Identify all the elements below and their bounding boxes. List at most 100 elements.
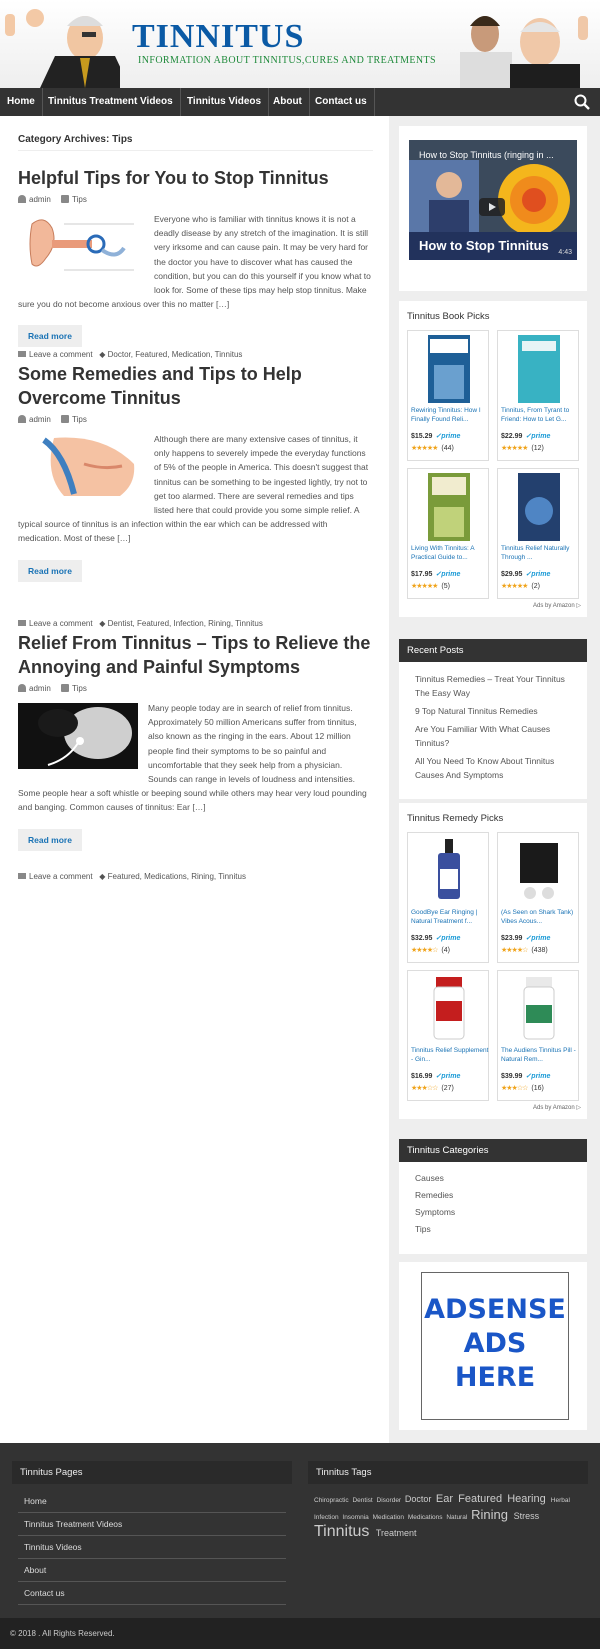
read-more-button[interactable]: Read more [18,559,82,582]
recent-post-link[interactable]: 9 Top Natural Tinnitus Remedies [399,704,587,718]
doctor-patient-photo [460,16,588,88]
nav-item-treatment-videos[interactable]: Tinnitus Treatment Videos [41,88,181,116]
category-link[interactable]: Symptoms [399,1204,587,1221]
pill-bottle-image[interactable] [518,975,560,1043]
product-card[interactable]: Tinnitus Relief Supplement - Gin... $16.… [407,970,489,1101]
footer-link-home[interactable]: Home [18,1490,286,1513]
leave-comment-link[interactable]: Leave a comment [29,619,93,628]
post-author[interactable]: admin [29,195,51,204]
dropper-bottle-image[interactable] [428,837,470,905]
recent-post-link[interactable]: All You Need To Know About Tinnitus Caus… [399,754,587,782]
product-name[interactable]: Tinnitus Relief Supplement - Gin... [411,1046,489,1064]
recent-post-link[interactable]: Tinnitus Remedies – Treat Your Tinnitus … [399,672,587,700]
tag-link[interactable]: Stress [514,1511,540,1521]
tag-link[interactable]: Hearing [507,1493,549,1505]
post-tags[interactable]: Doctor, Featured, Medication, Tinnitus [108,350,243,359]
star-rating: ★★★★★ (44) [411,445,454,452]
ear-anatomy-image[interactable] [24,214,144,282]
ads-by-amazon[interactable]: Ads by Amazon ▷ [533,1104,581,1111]
tag-link[interactable]: Tinnitus [314,1523,374,1540]
video-player[interactable]: How to Stop Tinnitus (ringing in ... How… [409,140,577,260]
throat-anatomy-image[interactable] [24,434,144,500]
man-earphones-image[interactable] [18,703,138,769]
post-meta: admin Tips [18,414,373,426]
post-2: Some Remedies and Tips to Help Overcome … [18,362,373,582]
footer-link-about[interactable]: About [18,1559,286,1582]
product-name[interactable]: The Audiens Tinnitus Pill - Natural Rem.… [501,1046,579,1064]
footer-link-treatment-videos[interactable]: Tinnitus Treatment Videos [18,1513,286,1536]
earplugs-box-image[interactable] [518,837,560,905]
book-cover-image[interactable] [428,335,470,403]
post-category[interactable]: Tips [72,415,87,424]
post-category[interactable]: Tips [72,684,87,693]
prime-badge: ✓prime [525,935,551,942]
footer-title: Tinnitus Pages [12,1461,292,1484]
post-title[interactable]: Helpful Tips for You to Stop Tinnitus [18,166,373,190]
category-link[interactable]: Tips [399,1221,587,1238]
tag-link[interactable]: Doctor [405,1494,434,1504]
tag-link[interactable]: Rining [471,1507,511,1522]
tag-link[interactable]: Featured [458,1493,505,1505]
product-card[interactable]: GoodBye Ear Ringing | Natural Treatment … [407,832,489,963]
product-card[interactable]: Tinnitus Relief Naturally Through ... $2… [497,468,579,599]
tag-link[interactable]: Chiropractic [314,1497,350,1504]
post-title[interactable]: Relief From Tinnitus – Tips to Relieve t… [18,631,373,679]
footer-link-contact[interactable]: Contact us [18,1582,286,1605]
post-tags[interactable]: Featured, Medications, Rining, Tinnitus [108,872,246,881]
post-author[interactable]: admin [29,415,51,424]
star-rating: ★★★★☆ (438) [501,947,548,954]
book-picks-widget: Tinnitus Book Picks Rewiring Tinnitus: H… [399,301,587,617]
product-name[interactable]: (As Seen on Shark Tank) Vibes Acous... [501,908,579,926]
recent-post-link[interactable]: Are You Familiar With What Causes Tinnit… [399,722,587,750]
leave-comment-link[interactable]: Leave a comment [29,872,93,881]
category-link[interactable]: Remedies [399,1187,587,1204]
search-icon[interactable] [574,94,590,110]
nav-item-about[interactable]: About [266,88,310,116]
nav-item-home[interactable]: Home [0,88,43,116]
post-title[interactable]: Some Remedies and Tips to Help Overcome … [18,362,373,410]
product-card[interactable]: (As Seen on Shark Tank) Vibes Acous... $… [497,832,579,963]
post-category[interactable]: Tips [72,195,87,204]
tag-link[interactable]: Insomnia [342,1514,370,1521]
product-card[interactable]: Rewiring Tinnitus: How I Finally Found R… [407,330,489,461]
post-author[interactable]: admin [29,684,51,693]
footer-link-tinnitus-videos[interactable]: Tinnitus Videos [18,1536,286,1559]
post-excerpt: Many people today are in search of relie… [18,701,373,815]
post-tags[interactable]: Dentist, Featured, Infection, Rining, Ti… [108,619,263,628]
product-name[interactable]: Rewiring Tinnitus: How I Finally Found R… [411,406,489,424]
supplement-bottle-image[interactable] [428,975,470,1043]
book-cover-image[interactable] [518,473,560,541]
product-name[interactable]: Tinnitus, From Tyrant to Friend: How to … [501,406,579,424]
play-icon[interactable] [479,198,505,216]
product-name[interactable]: Living With Tinnitus: A Practical Guide … [411,544,489,562]
tag-link[interactable]: Herbal [551,1497,570,1504]
tag-link[interactable]: Medications [408,1514,445,1521]
tag-link[interactable]: Medication [373,1514,406,1521]
adsense-placeholder[interactable]: ADSENSE ADS HERE [421,1272,569,1420]
tag-link[interactable]: Infection [314,1514,340,1521]
leave-comment-link[interactable]: Leave a comment [29,350,93,359]
book-cover-image[interactable] [428,473,470,541]
book-cover-image[interactable] [518,335,560,403]
site-title[interactable]: TINNITUS [132,20,304,54]
footer-pages: Tinnitus Pages Home Tinnitus Treatment V… [12,1461,292,1605]
tag-link[interactable]: Treatment [376,1528,417,1538]
tag-link[interactable]: Natural [446,1514,469,1521]
nav-item-contact[interactable]: Contact us [308,88,375,116]
category-link[interactable]: Causes [399,1170,587,1187]
product-price: $17.95 ✓prime [411,571,461,578]
video-title[interactable]: How to Stop Tinnitus (ringing in ... [419,150,554,160]
read-more-button[interactable]: Read more [18,828,82,851]
video-duration: 4:43 [558,249,572,256]
product-name[interactable]: GoodBye Ear Ringing | Natural Treatment … [411,908,489,926]
product-card[interactable]: The Audiens Tinnitus Pill - Natural Rem.… [497,970,579,1101]
product-card[interactable]: Tinnitus, From Tyrant to Friend: How to … [497,330,579,461]
ads-by-amazon[interactable]: Ads by Amazon ▷ [533,602,581,609]
tag-link[interactable]: Ear [436,1493,456,1505]
tag-link[interactable]: Disorder [377,1497,403,1504]
read-more-button[interactable]: Read more [18,325,82,348]
product-card[interactable]: Living With Tinnitus: A Practical Guide … [407,468,489,599]
nav-item-tinnitus-videos[interactable]: Tinnitus Videos [180,88,270,116]
tag-link[interactable]: Dentist [352,1497,374,1504]
product-name[interactable]: Tinnitus Relief Naturally Through ... [501,544,579,562]
